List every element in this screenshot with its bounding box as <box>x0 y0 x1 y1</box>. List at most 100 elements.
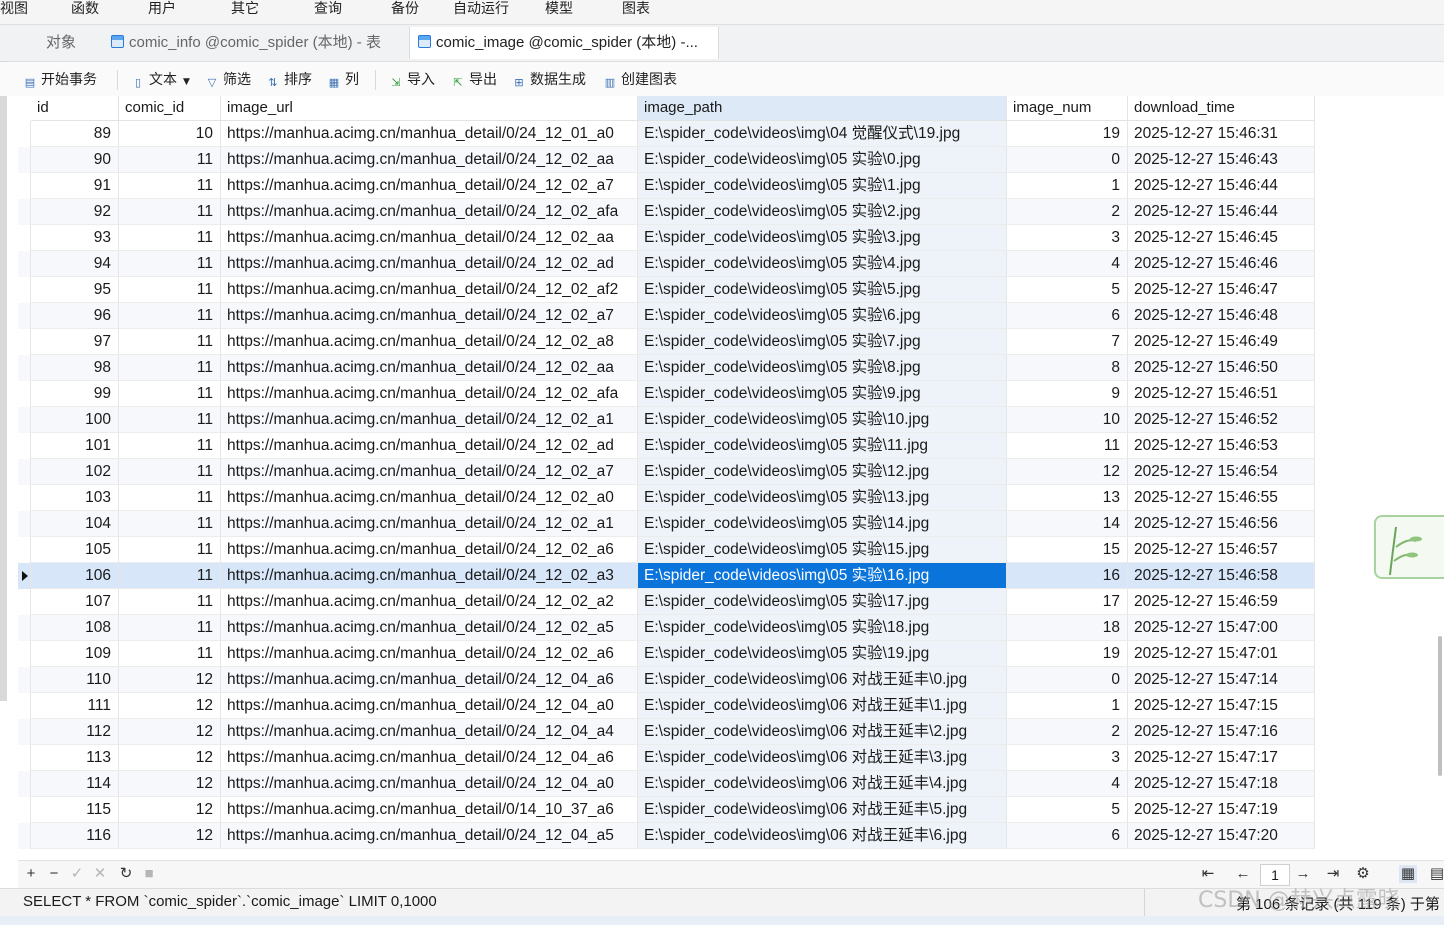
cell-id[interactable]: 91 <box>31 173 119 199</box>
cell-download-time[interactable]: 2025-12-27 15:46:46 <box>1128 251 1315 277</box>
table-row[interactable]: 89 10 https://manhua.acimg.cn/manhua_detai… <box>18 121 1315 147</box>
row-marker[interactable] <box>18 329 31 355</box>
cell-comic-id[interactable]: 11 <box>119 407 221 433</box>
row-marker[interactable] <box>18 485 31 511</box>
row-marker[interactable] <box>18 433 31 459</box>
cell-id[interactable]: 95 <box>31 277 119 303</box>
cell-image-path[interactable]: E:\spider_code\videos\img\05 实验\18.jpg <box>638 615 1007 641</box>
tab-comic-info[interactable]: comic_info @comic_spider (本地) - 表 <box>103 27 405 59</box>
column-header-image-path[interactable]: image_path <box>638 96 1007 121</box>
cell-image-path[interactable]: E:\spider_code\videos\img\05 实验\0.jpg <box>638 147 1007 173</box>
cell-image-url[interactable]: https://manhua.acimg.cn/manhua_detail/0/… <box>221 225 638 251</box>
cell-image-url[interactable]: https://manhua.acimg.cn/manhua_detail/0/… <box>221 745 638 771</box>
cell-image-num[interactable]: 1 <box>1007 693 1128 719</box>
discard-changes-icon[interactable]: ✕ <box>91 865 109 883</box>
row-marker[interactable] <box>18 563 31 589</box>
cell-download-time[interactable]: 2025-12-27 15:47:16 <box>1128 719 1315 745</box>
cell-image-path[interactable]: E:\spider_code\videos\img\05 实验\5.jpg <box>638 277 1007 303</box>
cell-image-num[interactable]: 10 <box>1007 407 1128 433</box>
cell-image-url[interactable]: https://manhua.acimg.cn/manhua_detail/0/… <box>221 511 638 537</box>
cell-image-path[interactable]: E:\spider_code\videos\img\06 对战王延丰\4.jpg <box>638 771 1007 797</box>
cell-image-url[interactable]: https://manhua.acimg.cn/manhua_detail/0/… <box>221 615 638 641</box>
begin-transaction-button[interactable]: ▤ 开始事务 <box>23 70 97 90</box>
cell-comic-id[interactable]: 11 <box>119 381 221 407</box>
cell-download-time[interactable]: 2025-12-27 15:47:14 <box>1128 667 1315 693</box>
cell-image-path[interactable]: E:\spider_code\videos\img\05 实验\9.jpg <box>638 381 1007 407</box>
cell-id[interactable]: 90 <box>31 147 119 173</box>
cell-image-url[interactable]: https://manhua.acimg.cn/manhua_detail/0/… <box>221 485 638 511</box>
cell-download-time[interactable]: 2025-12-27 15:47:20 <box>1128 823 1315 849</box>
menu-view[interactable]: 视图 <box>0 0 28 20</box>
cell-id[interactable]: 113 <box>31 745 119 771</box>
cell-download-time[interactable]: 2025-12-27 15:46:50 <box>1128 355 1315 381</box>
table-row[interactable]: 104 11 https://manhua.acimg.cn/manhua_deta… <box>18 511 1315 537</box>
cell-image-url[interactable]: https://manhua.acimg.cn/manhua_detail/0/… <box>221 251 638 277</box>
cell-id[interactable]: 111 <box>31 693 119 719</box>
cell-download-time[interactable]: 2025-12-27 15:46:44 <box>1128 173 1315 199</box>
cell-comic-id[interactable]: 11 <box>119 355 221 381</box>
column-header-image-num[interactable]: image_num <box>1007 96 1128 121</box>
cell-id[interactable]: 94 <box>31 251 119 277</box>
row-marker[interactable] <box>18 459 31 485</box>
cell-download-time[interactable]: 2025-12-27 15:46:59 <box>1128 589 1315 615</box>
cell-download-time[interactable]: 2025-12-27 15:47:17 <box>1128 745 1315 771</box>
menu-functions[interactable]: 函数 <box>71 0 99 20</box>
cell-image-num[interactable]: 17 <box>1007 589 1128 615</box>
cell-image-url[interactable]: https://manhua.acimg.cn/manhua_detail/0/… <box>221 355 638 381</box>
cell-comic-id[interactable]: 12 <box>119 693 221 719</box>
cell-image-path[interactable]: E:\spider_code\videos\img\05 实验\3.jpg <box>638 225 1007 251</box>
cell-image-url[interactable]: https://manhua.acimg.cn/manhua_detail/0/… <box>221 667 638 693</box>
table-row[interactable]: 91 11 https://manhua.acimg.cn/manhua_detai… <box>18 173 1315 199</box>
cell-download-time[interactable]: 2025-12-27 15:46:51 <box>1128 381 1315 407</box>
cell-image-num[interactable]: 19 <box>1007 121 1128 147</box>
cell-download-time[interactable]: 2025-12-27 15:46:52 <box>1128 407 1315 433</box>
cell-id[interactable]: 110 <box>31 667 119 693</box>
row-marker[interactable] <box>18 199 31 225</box>
cell-image-path[interactable]: E:\spider_code\videos\img\05 实验\14.jpg <box>638 511 1007 537</box>
cell-comic-id[interactable]: 11 <box>119 641 221 667</box>
cell-comic-id[interactable]: 12 <box>119 823 221 849</box>
cell-image-url[interactable]: https://manhua.acimg.cn/manhua_detail/0/… <box>221 693 638 719</box>
cell-id[interactable]: 100 <box>31 407 119 433</box>
row-marker[interactable] <box>18 407 31 433</box>
cell-download-time[interactable]: 2025-12-27 15:46:45 <box>1128 225 1315 251</box>
table-row[interactable]: 90 11 https://manhua.acimg.cn/manhua_detai… <box>18 147 1315 173</box>
cell-image-url[interactable]: https://manhua.acimg.cn/manhua_detail/0/… <box>221 797 638 823</box>
row-marker[interactable] <box>18 355 31 381</box>
table-row[interactable]: 109 11 https://manhua.acimg.cn/manhua_deta… <box>18 641 1315 667</box>
cell-image-num[interactable]: 13 <box>1007 485 1128 511</box>
cell-id[interactable]: 97 <box>31 329 119 355</box>
cell-image-num[interactable]: 11 <box>1007 433 1128 459</box>
menu-backup[interactable]: 备份 <box>391 0 419 20</box>
cell-image-num[interactable]: 5 <box>1007 797 1128 823</box>
cell-image-num[interactable]: 18 <box>1007 615 1128 641</box>
cell-id[interactable]: 115 <box>31 797 119 823</box>
menu-automation[interactable]: 自动运行 <box>453 0 509 20</box>
grid-view-icon[interactable]: ▦ <box>1399 865 1417 883</box>
export-button[interactable]: ⇱ 导出 <box>451 70 497 90</box>
row-marker[interactable] <box>18 225 31 251</box>
refresh-icon[interactable]: ↻ <box>117 865 135 883</box>
cell-comic-id[interactable]: 11 <box>119 433 221 459</box>
cell-image-url[interactable]: https://manhua.acimg.cn/manhua_detail/0/… <box>221 173 638 199</box>
cell-image-num[interactable]: 2 <box>1007 719 1128 745</box>
table-row[interactable]: 115 12 https://manhua.acimg.cn/manhua_deta… <box>18 797 1315 823</box>
table-row[interactable]: 97 11 https://manhua.acimg.cn/manhua_detai… <box>18 329 1315 355</box>
cell-comic-id[interactable]: 11 <box>119 459 221 485</box>
cell-comic-id[interactable]: 11 <box>119 485 221 511</box>
cell-image-url[interactable]: https://manhua.acimg.cn/manhua_detail/0/… <box>221 303 638 329</box>
table-row[interactable]: 92 11 https://manhua.acimg.cn/manhua_detai… <box>18 199 1315 225</box>
cell-id[interactable]: 96 <box>31 303 119 329</box>
cell-comic-id[interactable]: 11 <box>119 511 221 537</box>
column-header-comic-id[interactable]: comic_id <box>119 96 221 121</box>
cell-id[interactable]: 112 <box>31 719 119 745</box>
cell-image-url[interactable]: https://manhua.acimg.cn/manhua_detail/0/… <box>221 771 638 797</box>
cell-image-num[interactable]: 2 <box>1007 199 1128 225</box>
vertical-scrollbar[interactable] <box>1438 636 1442 776</box>
table-row[interactable]: 103 11 https://manhua.acimg.cn/manhua_deta… <box>18 485 1315 511</box>
cell-image-path[interactable]: E:\spider_code\videos\img\05 实验\1.jpg <box>638 173 1007 199</box>
cell-id[interactable]: 98 <box>31 355 119 381</box>
cell-id[interactable]: 92 <box>31 199 119 225</box>
cell-image-num[interactable]: 1 <box>1007 173 1128 199</box>
cell-id[interactable]: 105 <box>31 537 119 563</box>
